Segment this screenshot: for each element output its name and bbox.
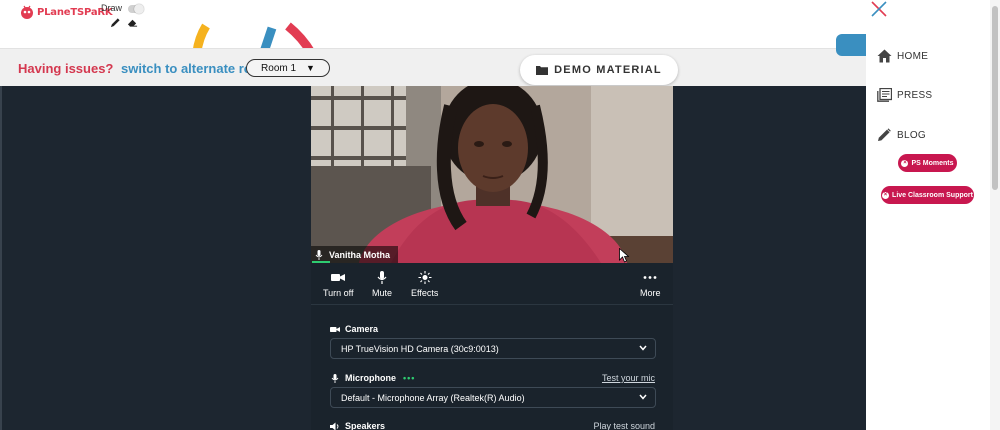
room-select-value: Room 1 (261, 62, 297, 74)
nav-item-press-label: PRESS (897, 89, 933, 101)
nav-item-blog[interactable]: BLOG (877, 128, 926, 142)
microphone-select-value: Default - Microphone Array (Realtek(R) A… (341, 392, 525, 403)
media-controls: Turn off Mute Effects More (311, 263, 673, 305)
close-icon[interactable] (870, 0, 888, 18)
issues-text: Having issues? switch to alternate room (18, 61, 271, 76)
planetspark-logo[interactable]: PLaneTSPaRK (20, 4, 113, 20)
live-classroom-support-button[interactable]: × Live Classroom Support (881, 186, 974, 204)
effects-button[interactable]: Effects (411, 271, 438, 298)
close-circle-icon: × (882, 191, 890, 199)
pencil-icon[interactable] (110, 17, 121, 28)
nav-item-press[interactable]: PRESS (877, 88, 932, 102)
draw-label: Draw (101, 3, 123, 13)
speaker-icon (330, 422, 339, 430)
demo-material-button[interactable]: DEMO MATERIAL (520, 55, 678, 85)
camera-select-value: HP TrueVision HD Camera (30c9:0013) (341, 343, 499, 354)
nav-item-home[interactable]: HOME (877, 49, 928, 63)
play-test-sound-link[interactable]: Play test sound (593, 421, 655, 430)
folder-icon (536, 66, 549, 75)
chevron-down-icon (639, 345, 647, 351)
logo-mascot-icon (21, 5, 33, 19)
chevron-down-icon (639, 394, 647, 400)
test-mic-link[interactable]: Test your mic (602, 373, 655, 383)
mute-label: Mute (372, 288, 393, 298)
draw-controls: Draw (101, 2, 149, 30)
live-classroom-support-label: Live Classroom Support (892, 191, 973, 199)
sparkle-icon (418, 271, 432, 284)
side-menu: HOME PRESS BLOG × PS Moments × Live Clas… (866, 0, 990, 430)
more-dots-icon (643, 276, 657, 279)
room-select[interactable]: Room 1 ▼ (246, 59, 330, 77)
microphone-select[interactable]: Default - Microphone Array (Realtek(R) A… (330, 387, 656, 408)
caret-down-icon: ▼ (306, 63, 315, 73)
top-bar: PLaneTSPaRK Draw (0, 0, 866, 88)
turn-off-label: Turn off (323, 288, 354, 298)
video-camera-icon (331, 274, 346, 281)
draw-toggle[interactable] (128, 4, 144, 14)
close-circle-icon: × (901, 159, 909, 167)
camera-preview: Vanitha Motha (311, 86, 673, 263)
ps-moments-label: PS Moments (911, 159, 954, 167)
turn-off-camera-button[interactable]: Turn off (323, 271, 354, 298)
nav-item-blog-label: BLOG (897, 129, 926, 141)
home-icon (877, 49, 892, 63)
camera-feed-image (311, 86, 673, 263)
camera-label: Camera (330, 324, 378, 334)
mouse-cursor-icon (619, 248, 629, 263)
chat-tab[interactable] (836, 34, 866, 56)
pencil-icon (878, 128, 891, 141)
more-button[interactable]: More (640, 271, 661, 298)
mic-activity-indicator: ••• (403, 373, 416, 383)
more-label: More (640, 288, 661, 298)
video-camera-icon (330, 326, 340, 332)
ps-moments-button[interactable]: × PS Moments (898, 154, 957, 172)
issues-bar: Having issues? switch to alternate room … (0, 34, 866, 86)
eraser-icon[interactable] (127, 17, 138, 28)
effects-label: Effects (411, 288, 439, 298)
participant-name: Vanitha Motha (329, 249, 391, 260)
speakers-label: Speakers (330, 421, 385, 430)
scrollbar-thumb[interactable] (992, 6, 998, 190)
device-settings: Camera HP TrueVision HD Camera (30c9:001… (311, 306, 673, 430)
issues-question: Having issues? (18, 61, 114, 76)
microphone-icon (331, 373, 339, 383)
newspaper-icon (877, 88, 892, 102)
microphone-icon (315, 249, 323, 260)
camera-select[interactable]: HP TrueVision HD Camera (30c9:0013) (330, 338, 656, 359)
page-scrollbar[interactable] (990, 0, 1000, 430)
microphone-label: Microphone ••• (330, 373, 415, 383)
microphone-icon (377, 271, 387, 284)
demo-material-label: DEMO MATERIAL (554, 64, 662, 76)
nav-item-home-label: HOME (897, 50, 929, 62)
mute-button[interactable]: Mute (372, 271, 392, 298)
classroom-stage: Vanitha Motha Turn off Mute Effects More… (0, 86, 866, 430)
